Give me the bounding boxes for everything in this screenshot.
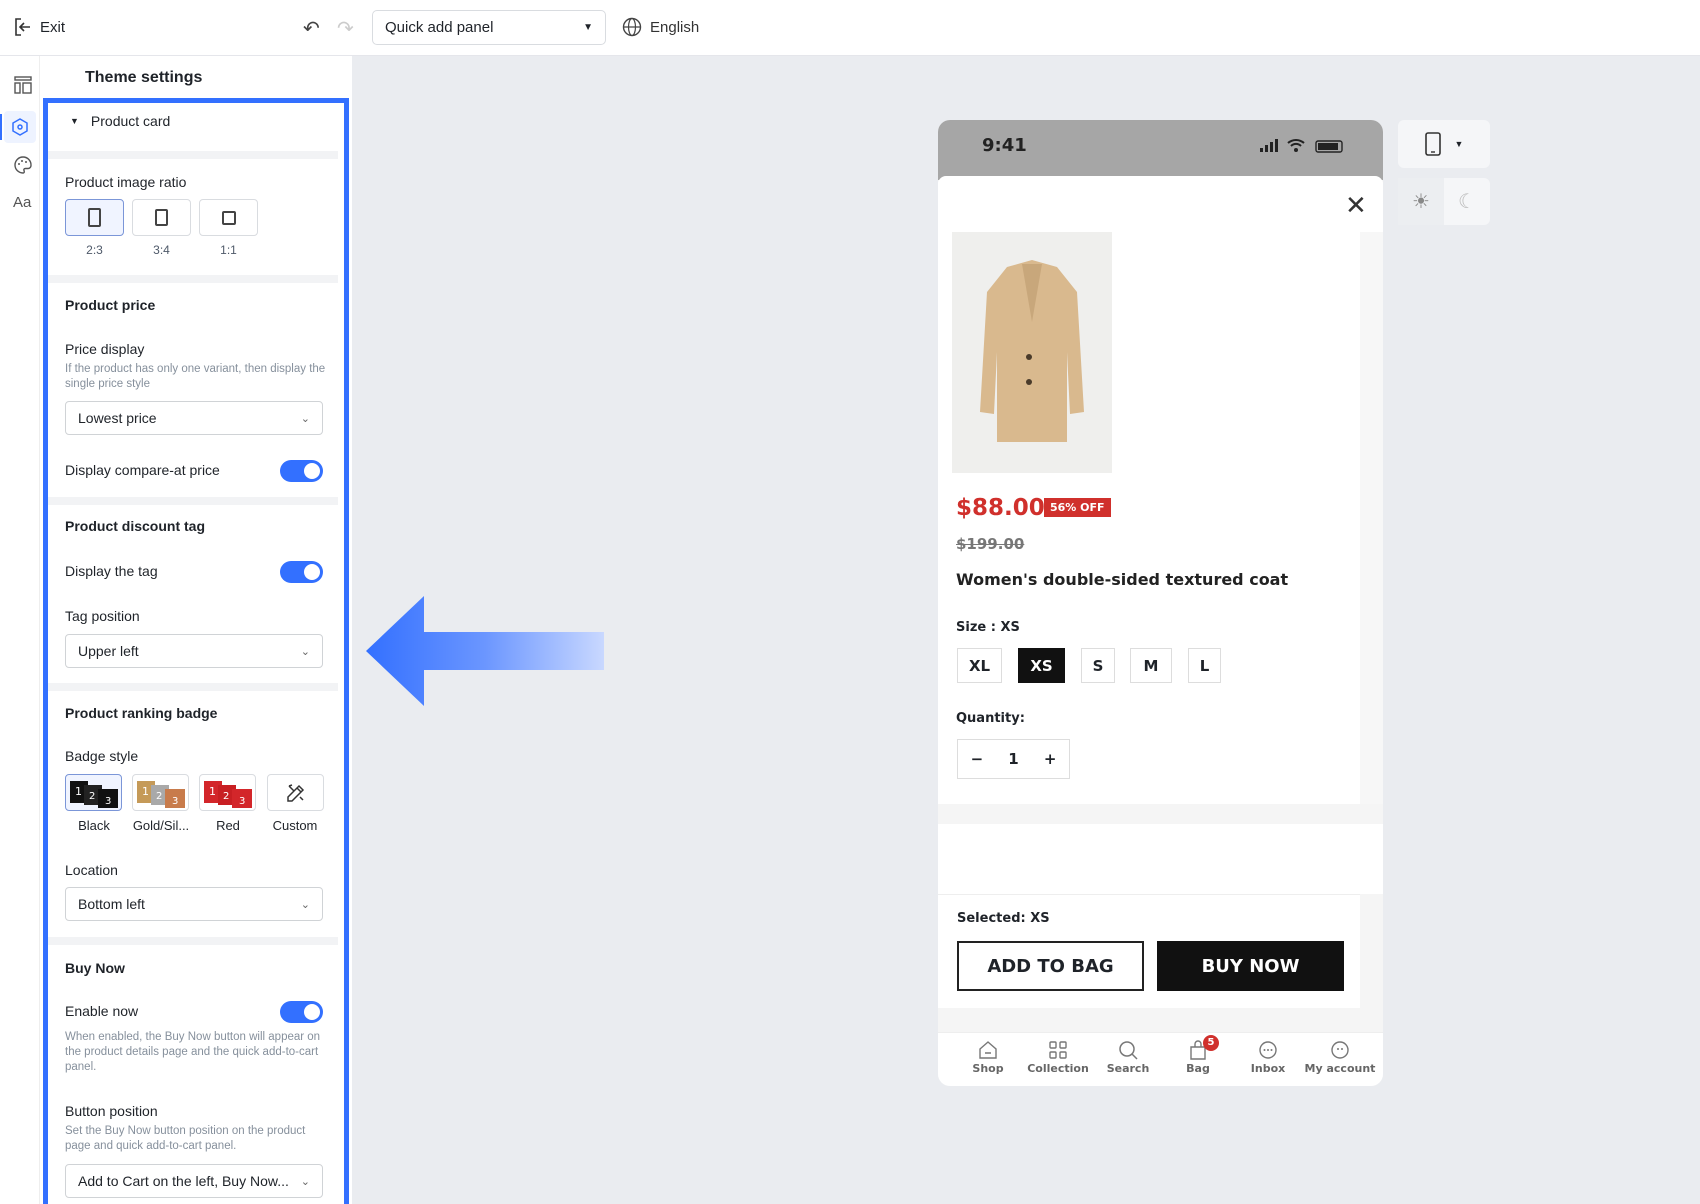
light-mode-button[interactable]: ☀ xyxy=(1398,178,1444,225)
product-title: Women's double-sided textured coat xyxy=(956,570,1289,589)
spacer xyxy=(938,804,1383,824)
exit-icon xyxy=(15,18,30,36)
theme-mode-toggle: ☀ ☾ xyxy=(1398,178,1490,225)
quantity-value: 1 xyxy=(1008,750,1019,768)
exit-label: Exit xyxy=(40,18,66,36)
size-label: Size : XS xyxy=(956,620,1020,635)
status-time: 9:41 xyxy=(982,135,1027,156)
panel-select-value: Quick add panel xyxy=(385,19,494,36)
mobile-icon xyxy=(1424,132,1441,156)
exit-button[interactable]: Exit xyxy=(14,17,65,37)
left-arrow-icon xyxy=(366,596,604,706)
top-bar: Exit ↶ ↷ Quick add panel ▼ English xyxy=(0,0,1700,56)
tab-shop[interactable]: Shop xyxy=(954,1040,1022,1075)
bag-count-badge: 5 xyxy=(1203,1035,1219,1051)
tab-collection[interactable]: Collection xyxy=(1024,1040,1092,1075)
language-label: English xyxy=(650,18,700,36)
sale-price: $88.00 xyxy=(956,495,1045,521)
tab-label: Shop xyxy=(972,1062,1004,1075)
size-option[interactable]: S xyxy=(1081,648,1115,683)
status-icons xyxy=(1260,139,1343,153)
tab-bag[interactable]: Bag 5 xyxy=(1164,1035,1232,1075)
theme-settings-tab[interactable] xyxy=(4,111,36,143)
plus-icon[interactable]: + xyxy=(1044,750,1057,768)
panel-select[interactable]: Quick add panel ▼ xyxy=(372,10,606,45)
caret-down-icon: ▼ xyxy=(583,22,593,33)
language-selector[interactable]: English xyxy=(622,17,699,37)
quantity-stepper[interactable]: − 1 + xyxy=(957,739,1070,779)
tab-label: Inbox xyxy=(1250,1062,1286,1075)
typography-icon[interactable]: Aa xyxy=(13,194,31,211)
highlight-frame xyxy=(43,98,349,1204)
action-area: Selected: XS ADD TO BAG BUY NOW xyxy=(938,894,1360,1008)
size-option[interactable]: L xyxy=(1188,648,1221,683)
minus-icon[interactable]: − xyxy=(971,750,984,768)
coat-image xyxy=(980,260,1084,442)
add-to-bag-button[interactable]: ADD TO BAG xyxy=(957,941,1144,991)
tab-my-account[interactable]: My account xyxy=(1300,1040,1380,1075)
tab-search[interactable]: Search xyxy=(1094,1040,1162,1075)
caret-down-icon: ▼ xyxy=(1454,139,1464,149)
tab-inbox[interactable]: Inbox xyxy=(1234,1040,1302,1075)
layout-icon[interactable] xyxy=(14,76,32,94)
account-icon xyxy=(1331,1041,1349,1059)
dark-mode-button[interactable]: ☾ xyxy=(1444,178,1490,225)
tab-label: Search xyxy=(1106,1062,1150,1075)
search-icon xyxy=(1119,1041,1138,1060)
icon-rail: Aa xyxy=(0,56,40,1204)
size-option[interactable]: M xyxy=(1130,648,1172,683)
panel-title: Theme settings xyxy=(85,69,203,86)
close-icon[interactable]: ✕ xyxy=(1345,190,1367,221)
undo-icon[interactable]: ↶ xyxy=(303,16,320,41)
tab-label: My account xyxy=(1304,1062,1376,1075)
quantity-label: Quantity: xyxy=(956,711,1025,726)
status-bar: 9:41 xyxy=(938,120,1383,180)
active-indicator xyxy=(0,114,2,140)
device-select[interactable]: ▼ xyxy=(1398,120,1490,168)
selected-summary: Selected: XS xyxy=(957,911,1050,926)
phone-preview: 9:41 ✕ $88.00 56% OFF $199.00 Women's do… xyxy=(938,120,1383,1086)
settings-hex-icon xyxy=(12,118,28,136)
palette-icon[interactable] xyxy=(14,156,32,174)
compare-price: $199.00 xyxy=(956,535,1025,553)
product-image xyxy=(952,232,1112,473)
tab-label: Collection xyxy=(1027,1062,1089,1075)
size-option-selected[interactable]: XS xyxy=(1018,648,1065,683)
size-option[interactable]: XL xyxy=(957,648,1002,683)
sheet-edge xyxy=(1360,232,1383,804)
moon-icon: ☾ xyxy=(1458,191,1476,213)
blank-band xyxy=(938,824,1383,894)
chat-icon xyxy=(1259,1041,1277,1059)
home-icon xyxy=(979,1041,997,1059)
discount-tag: 56% OFF xyxy=(1044,498,1111,517)
globe-icon xyxy=(622,17,642,37)
redo-icon[interactable]: ↷ xyxy=(337,16,354,41)
tab-label: Bag xyxy=(1186,1062,1210,1075)
buy-now-button[interactable]: BUY NOW xyxy=(1157,941,1344,991)
sun-icon: ☀ xyxy=(1412,191,1430,213)
grid-icon xyxy=(1049,1041,1067,1059)
